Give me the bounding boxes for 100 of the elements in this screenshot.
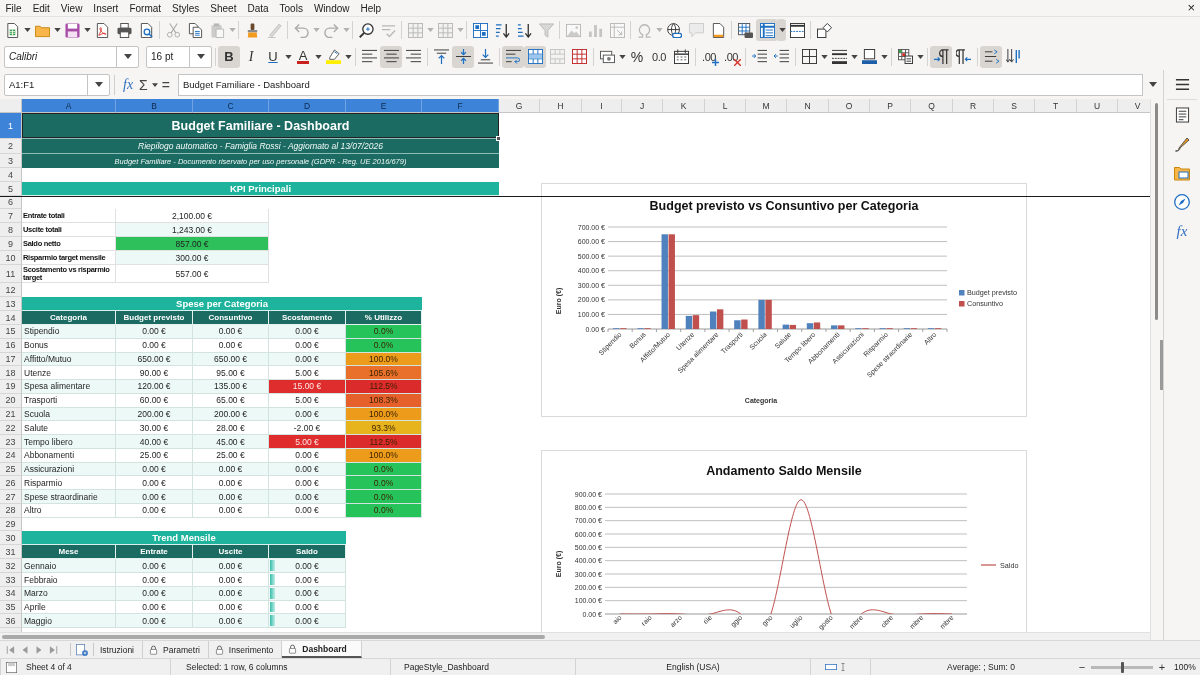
column-header[interactable]: N: [787, 99, 829, 113]
row-header[interactable]: 1: [0, 113, 22, 139]
row-header[interactable]: 14: [0, 311, 22, 325]
row-header[interactable]: 9: [0, 237, 22, 251]
column-header[interactable]: C: [193, 99, 269, 113]
row-header[interactable]: 32: [0, 559, 22, 574]
row-header[interactable]: 3: [0, 154, 22, 168]
menu-item[interactable]: Sheet: [204, 2, 242, 14]
wrap-text-button[interactable]: [502, 45, 524, 68]
row-header[interactable]: 22: [0, 421, 22, 436]
row-header[interactable]: 27: [0, 490, 22, 504]
column-header[interactable]: P: [870, 99, 911, 113]
scrollbar-thumb[interactable]: [1155, 103, 1158, 320]
row-header[interactable]: 5: [0, 182, 22, 196]
column-header[interactable]: F: [422, 99, 499, 113]
row-header[interactable]: 26: [0, 476, 22, 491]
column-header[interactable]: M: [746, 99, 787, 113]
row-header[interactable]: 10: [0, 251, 22, 265]
formula-input[interactable]: Budget Familiare - Dashboard: [177, 73, 1143, 96]
zoom-out-button[interactable]: −: [1077, 661, 1087, 673]
menu-item[interactable]: Edit: [27, 2, 56, 14]
text-direction-button[interactable]: [980, 45, 1002, 68]
fill-handle-icon[interactable]: [496, 136, 501, 141]
table-cell: Stipendio: [22, 325, 116, 339]
zoom-in-button[interactable]: +: [1157, 661, 1167, 673]
row-header[interactable]: 34: [0, 587, 22, 601]
underline-button[interactable]: U: [262, 45, 284, 68]
table-cell: Altro: [22, 503, 116, 518]
add-decimal-button[interactable]: .00: [698, 45, 720, 68]
column-header[interactable]: K: [663, 99, 705, 113]
column-header[interactable]: B: [116, 99, 193, 113]
row-header[interactable]: 33: [0, 573, 22, 588]
compass-icon: [1174, 194, 1190, 210]
column-header[interactable]: A: [22, 99, 116, 113]
column-header[interactable]: H: [540, 99, 582, 113]
zoom-level[interactable]: 100%: [1174, 662, 1196, 672]
menu-item[interactable]: Styles: [166, 2, 205, 14]
menu-item[interactable]: Format: [123, 2, 167, 14]
column-header[interactable]: O: [829, 99, 870, 113]
merge-center-button[interactable]: [524, 45, 546, 68]
row-header[interactable]: 31: [0, 545, 22, 560]
sidebar-handle[interactable]: [1160, 340, 1163, 390]
row-header[interactable]: 11: [0, 265, 22, 283]
row-header[interactable]: 15: [0, 325, 22, 339]
column-header[interactable]: E: [346, 99, 422, 113]
table-cell: Maggio: [22, 614, 116, 629]
delete-decimal-button[interactable]: .00: [720, 45, 742, 68]
row-header[interactable]: 19: [0, 380, 22, 394]
sum-button[interactable]: Σ: [136, 74, 151, 95]
close-button[interactable]: ×: [1187, 1, 1195, 15]
sheet-tab[interactable]: Dashboard: [282, 641, 362, 658]
column-header[interactable]: L: [705, 99, 746, 113]
italic-button[interactable]: I: [240, 45, 262, 68]
font-color-button[interactable]: A: [292, 45, 314, 68]
slider-thumb[interactable]: [1120, 661, 1124, 673]
menu-item[interactable]: Window: [308, 2, 355, 14]
menu-item[interactable]: Help: [355, 2, 387, 14]
align-center-button[interactable]: [380, 45, 402, 68]
kpi-value: 1,243.00 €: [116, 223, 269, 237]
function-wizard-button[interactable]: fx: [120, 74, 137, 95]
outdent-icon: [773, 49, 789, 64]
add-sheet-button[interactable]: [74, 642, 90, 657]
row-header[interactable]: 36: [0, 614, 22, 629]
formula-button[interactable]: =: [158, 74, 173, 95]
row-header[interactable]: 2: [0, 139, 22, 154]
align-middle-button[interactable]: [452, 45, 474, 68]
column-header[interactable]: T: [1035, 99, 1077, 113]
functions-button[interactable]: fx: [1170, 220, 1194, 242]
row-header[interactable]: 18: [0, 366, 22, 381]
dropdown-button[interactable]: [778, 19, 786, 41]
column-header[interactable]: J: [622, 99, 663, 113]
row-header[interactable]: 13: [0, 297, 22, 311]
column-header[interactable]: D: [269, 99, 346, 113]
column-header[interactable]: Q: [911, 99, 953, 113]
column-header[interactable]: U: [1077, 99, 1118, 113]
column-header[interactable]: G: [499, 99, 540, 113]
menu-item[interactable]: Tools: [274, 2, 309, 14]
row-header[interactable]: 30: [0, 531, 22, 546]
row-header[interactable]: 7: [0, 209, 22, 223]
column-header[interactable]: S: [994, 99, 1035, 113]
freeze-panes-button[interactable]: [756, 19, 778, 41]
table-cell: Gennaio: [22, 559, 116, 574]
row-header[interactable]: 12: [0, 283, 22, 297]
column-header[interactable]: V: [1118, 99, 1150, 113]
row-header[interactable]: 23: [0, 435, 22, 449]
menu-item[interactable]: Data: [241, 2, 275, 14]
column-header[interactable]: I: [582, 99, 622, 113]
row-header[interactable]: 4: [0, 168, 22, 182]
menu-item[interactable]: Insert: [87, 2, 124, 14]
menu-item[interactable]: View: [55, 2, 88, 14]
language[interactable]: English (USA): [666, 662, 720, 672]
page-style[interactable]: PageStyle_Dashboard: [404, 662, 490, 672]
bold-button[interactable]: B: [218, 45, 240, 68]
menu-item[interactable]: File: [0, 2, 28, 14]
percent-button[interactable]: %: [626, 45, 648, 68]
number-format-button[interactable]: 0.0: [648, 45, 670, 68]
scrollbar-thumb[interactable]: [2, 635, 545, 639]
row-header[interactable]: 8: [0, 223, 22, 237]
column-header[interactable]: R: [953, 99, 994, 113]
left-to-right-button[interactable]: [930, 45, 952, 68]
